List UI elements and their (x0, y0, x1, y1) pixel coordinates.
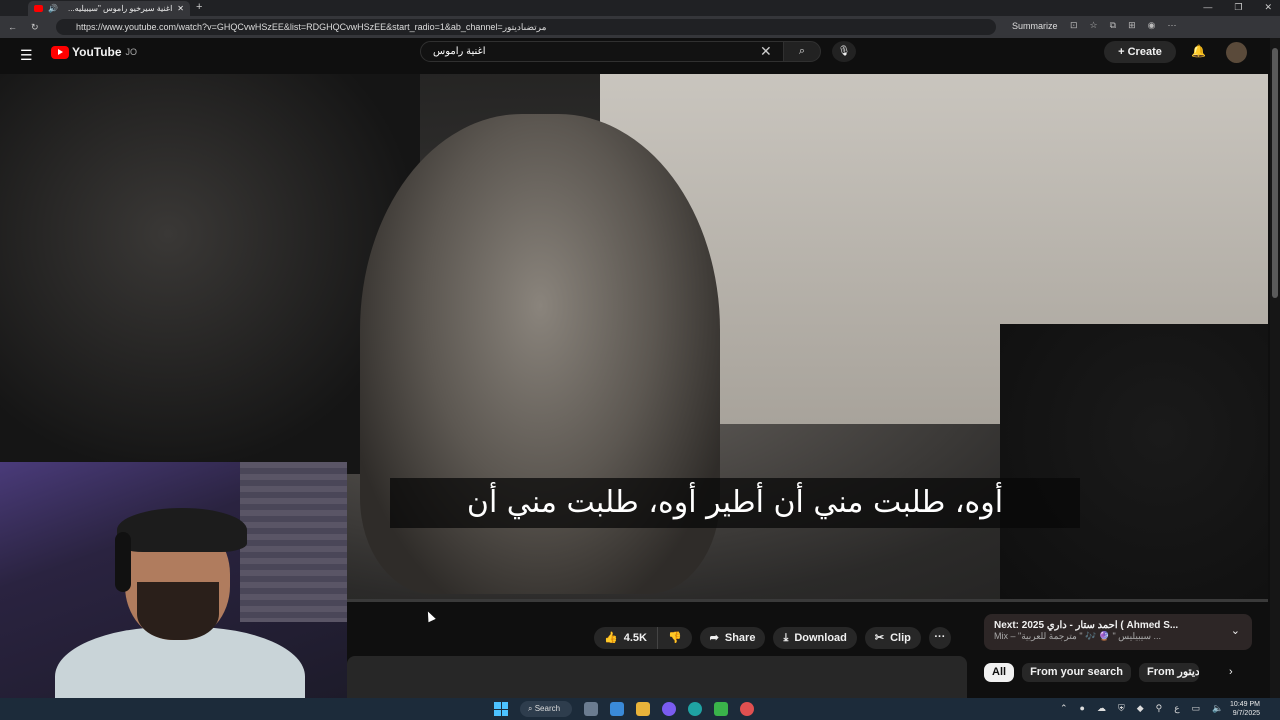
show-hidden-icons-icon[interactable]: ⌃ (1060, 703, 1068, 714)
clip-button[interactable]: ✂ Clip (864, 627, 921, 649)
page-scrollbar[interactable] (1270, 38, 1280, 698)
new-tab-icon[interactable]: + (196, 1, 202, 13)
chip-from-search[interactable]: From your search (1022, 663, 1131, 682)
beard (137, 582, 219, 640)
description-box[interactable] (347, 656, 967, 698)
tree-silhouette (1000, 324, 1268, 599)
like-dislike-group: 👍 4.5K 👎 (594, 627, 692, 649)
clip-label: Clip (890, 632, 911, 644)
taskbar-search-label: Search (534, 704, 561, 713)
scrollbar-thumb[interactable] (1272, 48, 1278, 298)
thumb-up-icon: 👍 (604, 632, 618, 644)
chrome-app-icon[interactable] (740, 702, 754, 716)
chip-from-channel[interactable]: From مرتضى اديتور (1138, 663, 1199, 682)
youtube-favicon-icon (34, 5, 43, 12)
taskbar-search[interactable]: ⌕ Search (520, 701, 572, 717)
windows-taskbar: ⌕ Search ⌃ ● ☁ ⛨ ◆ ⚲ ع ▭ 🔈 10:49 PM 9/7/… (0, 698, 1280, 720)
clear-search-icon[interactable]: ✕ (760, 43, 772, 60)
photos-app-icon[interactable] (610, 702, 624, 716)
related-filter-chips: All From your search From مرتضى اديتور (984, 663, 1199, 682)
profile-icon[interactable]: ◉ (1148, 20, 1156, 31)
maximize-icon[interactable]: ❐ (1234, 2, 1242, 13)
favorite-icon[interactable]: ☆ (1090, 20, 1098, 31)
back-icon[interactable]: ← (8, 22, 17, 33)
bell-icon[interactable]: 🔔 (1191, 44, 1206, 58)
chevron-right-icon[interactable]: › (1229, 666, 1233, 678)
clock-time: 10:49 PM (1230, 701, 1260, 708)
like-count: 4.5K (623, 632, 647, 644)
media-app-icon[interactable] (714, 702, 728, 716)
chevron-down-icon[interactable]: ⌄ (1231, 624, 1240, 637)
search-button[interactable]: ⌕ (783, 41, 821, 62)
youtube-logo[interactable]: YouTube JO (51, 45, 137, 59)
share-button[interactable]: ➦ Share (699, 627, 766, 649)
settings-more-icon[interactable]: ⋯ (1167, 20, 1176, 31)
summarize-button[interactable]: Summarize (1012, 21, 1058, 31)
up-next-card[interactable]: Next: 2025 احمد ستار - داري ( Ahmed S...… (984, 614, 1252, 650)
search-icon: ⌕ (798, 45, 806, 57)
youtube-header: ☰ YouTube JO اغنية راموس ✕ ⌕ 🎙 + Create … (0, 38, 1270, 74)
system-tray: ⌃ ● ☁ ⛨ ◆ ⚲ ع ▭ 🔈 (1060, 703, 1223, 714)
download-icon: ⤓ (783, 632, 789, 644)
audio-icon[interactable]: 🔊 (48, 4, 58, 13)
minimize-icon[interactable]: — (1203, 2, 1212, 13)
tray-app2-icon[interactable]: ◆ (1137, 703, 1144, 714)
headphones (115, 532, 131, 592)
thumb-down-icon: 👎 (667, 632, 682, 644)
tab-title: اغنية سيرخيو راموس "سيبيليه... (68, 4, 173, 13)
more-actions-button[interactable]: ··· (928, 627, 951, 649)
close-window-icon[interactable]: ✕ (1264, 2, 1272, 13)
create-label: Create (1127, 46, 1162, 58)
video-subtitle: أوه، طلبت مني أن أطير أوه، طلبت مني أن (390, 478, 1080, 528)
reload-icon[interactable]: ↻ (31, 22, 39, 33)
avatar[interactable] (1226, 42, 1247, 63)
webcam-overlay (0, 462, 347, 698)
file-explorer-icon[interactable] (636, 702, 650, 716)
browser-tab-bar: 🔊 اغنية سيرخيو راموس "سيبيليه... ✕ + — ❐… (0, 0, 1280, 16)
taskbar-clock[interactable]: 10:49 PM 9/7/2025 (1230, 700, 1260, 718)
reader-icon[interactable]: ⊡ (1070, 20, 1078, 31)
download-button[interactable]: ⤓ Download (773, 627, 857, 649)
country-code: JO (125, 47, 138, 57)
language-indicator[interactable]: ع (1174, 703, 1179, 714)
download-label: Download (794, 632, 847, 644)
tray-shield-icon[interactable]: ⛨ (1118, 703, 1125, 714)
video-foreground-shape (0, 74, 420, 474)
collections-icon[interactable]: ⊞ (1128, 20, 1136, 31)
start-icon[interactable] (494, 702, 508, 716)
close-tab-icon[interactable]: ✕ (177, 4, 184, 13)
mic-icon: 🎙 (837, 46, 851, 57)
logo-text: YouTube (72, 45, 122, 59)
browser-tab[interactable]: 🔊 اغنية سيرخيو راموس "سيبيليه... ✕ (28, 1, 190, 16)
youtube-play-icon (51, 45, 69, 59)
tray-app-icon[interactable]: ● (1080, 703, 1085, 714)
dislike-button[interactable]: 👎 (658, 627, 692, 649)
create-button[interactable]: + Create (1104, 41, 1176, 63)
streamer-figure (55, 502, 305, 698)
scissors-icon: ✂ (874, 632, 885, 644)
network-icon[interactable]: ▭ (1192, 703, 1201, 714)
usb-icon[interactable]: ⚲ (1156, 703, 1163, 714)
chip-all[interactable]: All (984, 663, 1015, 682)
cap (117, 508, 247, 552)
clock-date: 9/7/2025 (1232, 710, 1260, 717)
url-field[interactable]: https://www.youtube.com/watch?v=GHQCvwHS… (56, 19, 996, 35)
edge-browser-icon[interactable] (688, 702, 702, 716)
video-actions: 👍 4.5K 👎 ➦ Share ⤓ Download ✂ Clip ··· (594, 627, 951, 649)
share-icon: ➦ (709, 632, 719, 644)
address-bar: ← ↻ https://www.youtube.com/watch?v=GHQC… (0, 16, 1280, 38)
up-next-subtitle: Mix – "سيبيليس " 🔮 🎶 " مترجمة للعربية ..… (994, 631, 1162, 641)
extensions-icon[interactable]: ⧉ (1110, 20, 1116, 31)
search-input[interactable]: اغنية راموس (420, 41, 784, 62)
share-label: Share (724, 632, 756, 644)
like-button[interactable]: 👍 4.5K (594, 627, 658, 649)
onedrive-icon[interactable]: ☁ (1097, 703, 1106, 714)
voice-search-button[interactable]: 🎙 (832, 41, 856, 62)
settings-app-icon[interactable] (584, 702, 598, 716)
up-next-title: Next: 2025 احمد ستار - داري ( Ahmed S... (994, 620, 1179, 631)
hamburger-icon[interactable]: ☰ (20, 47, 33, 64)
volume-icon[interactable]: 🔈 (1212, 703, 1223, 714)
discord-icon[interactable] (662, 702, 676, 716)
